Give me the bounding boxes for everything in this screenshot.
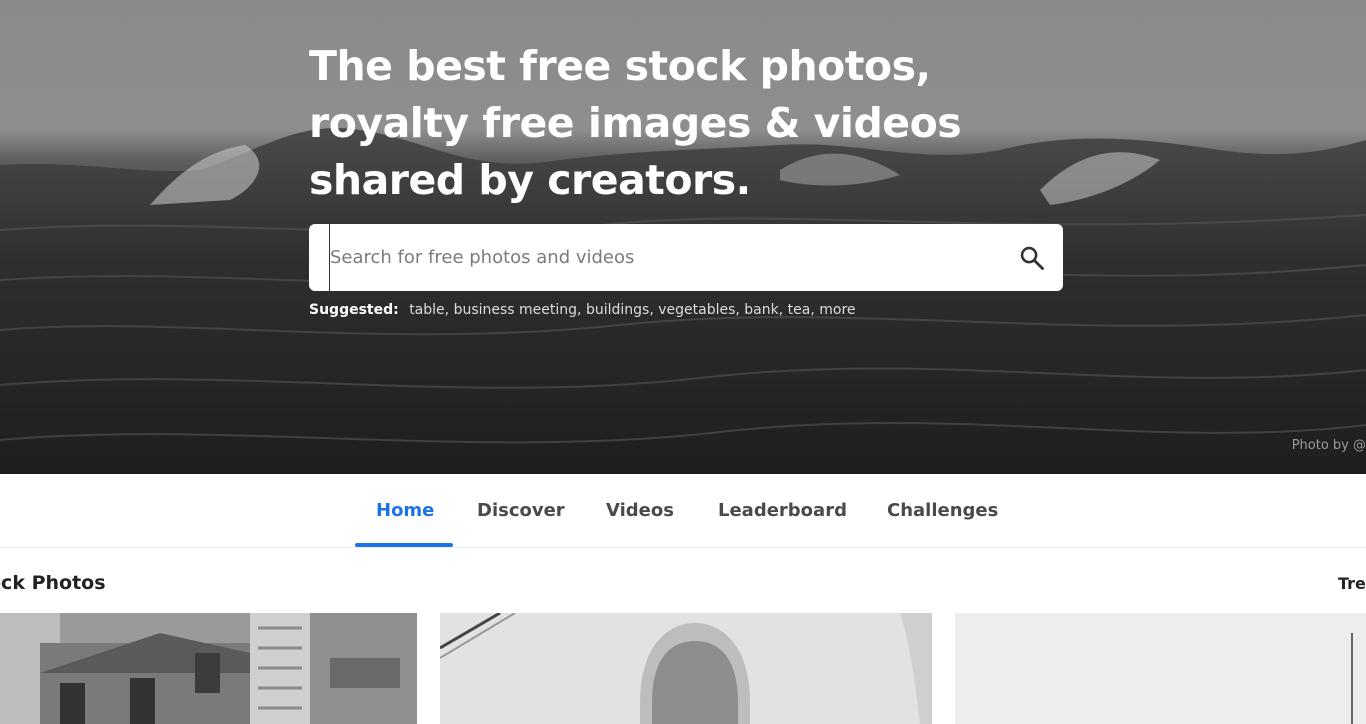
tab-home[interactable]: Home [376,474,434,547]
trending-dropdown[interactable]: Tren [1338,574,1366,593]
photo-card[interactable] [0,613,417,724]
search-icon[interactable] [1018,244,1046,272]
photo-card[interactable] [440,613,932,724]
active-tab-indicator [355,543,453,547]
suggested-tag-link[interactable]: buildings [586,302,649,318]
suggested-tag-link[interactable]: vegetables [658,302,735,318]
sky-photo [955,613,1366,724]
suggested-tag-link[interactable]: business meeting [454,302,577,318]
building-photo [0,613,417,724]
search-input[interactable] [329,224,1009,291]
tab-videos[interactable]: Videos [606,474,674,547]
tab-leaderboard[interactable]: Leaderboard [718,474,847,547]
search-bar[interactable] [309,224,1063,291]
suggested-more-link[interactable]: more [819,302,855,318]
tab-challenges[interactable]: Challenges [887,474,998,547]
suggested-label: Suggested: [309,302,399,318]
hero-title: The best free stock photos, royalty free… [309,42,962,204]
photo-credit-link[interactable]: Photo by @ [1292,438,1366,453]
suggested-tag-link[interactable]: table [409,302,444,318]
tab-discover[interactable]: Discover [477,474,565,547]
hero-banner: The best free stock photos, royalty free… [0,0,1366,474]
section-title: ock Photos [0,572,106,594]
suggested-tag-link[interactable]: tea [788,302,811,318]
suggested-tag-link[interactable]: bank [744,302,778,318]
main-nav-tabs: Home Discover Videos Leaderboard Challen… [0,474,1366,548]
photo-card[interactable] [955,613,1366,724]
arch-photo [440,613,932,724]
suggested-searches: Suggested: table, business meeting, buil… [309,302,856,318]
